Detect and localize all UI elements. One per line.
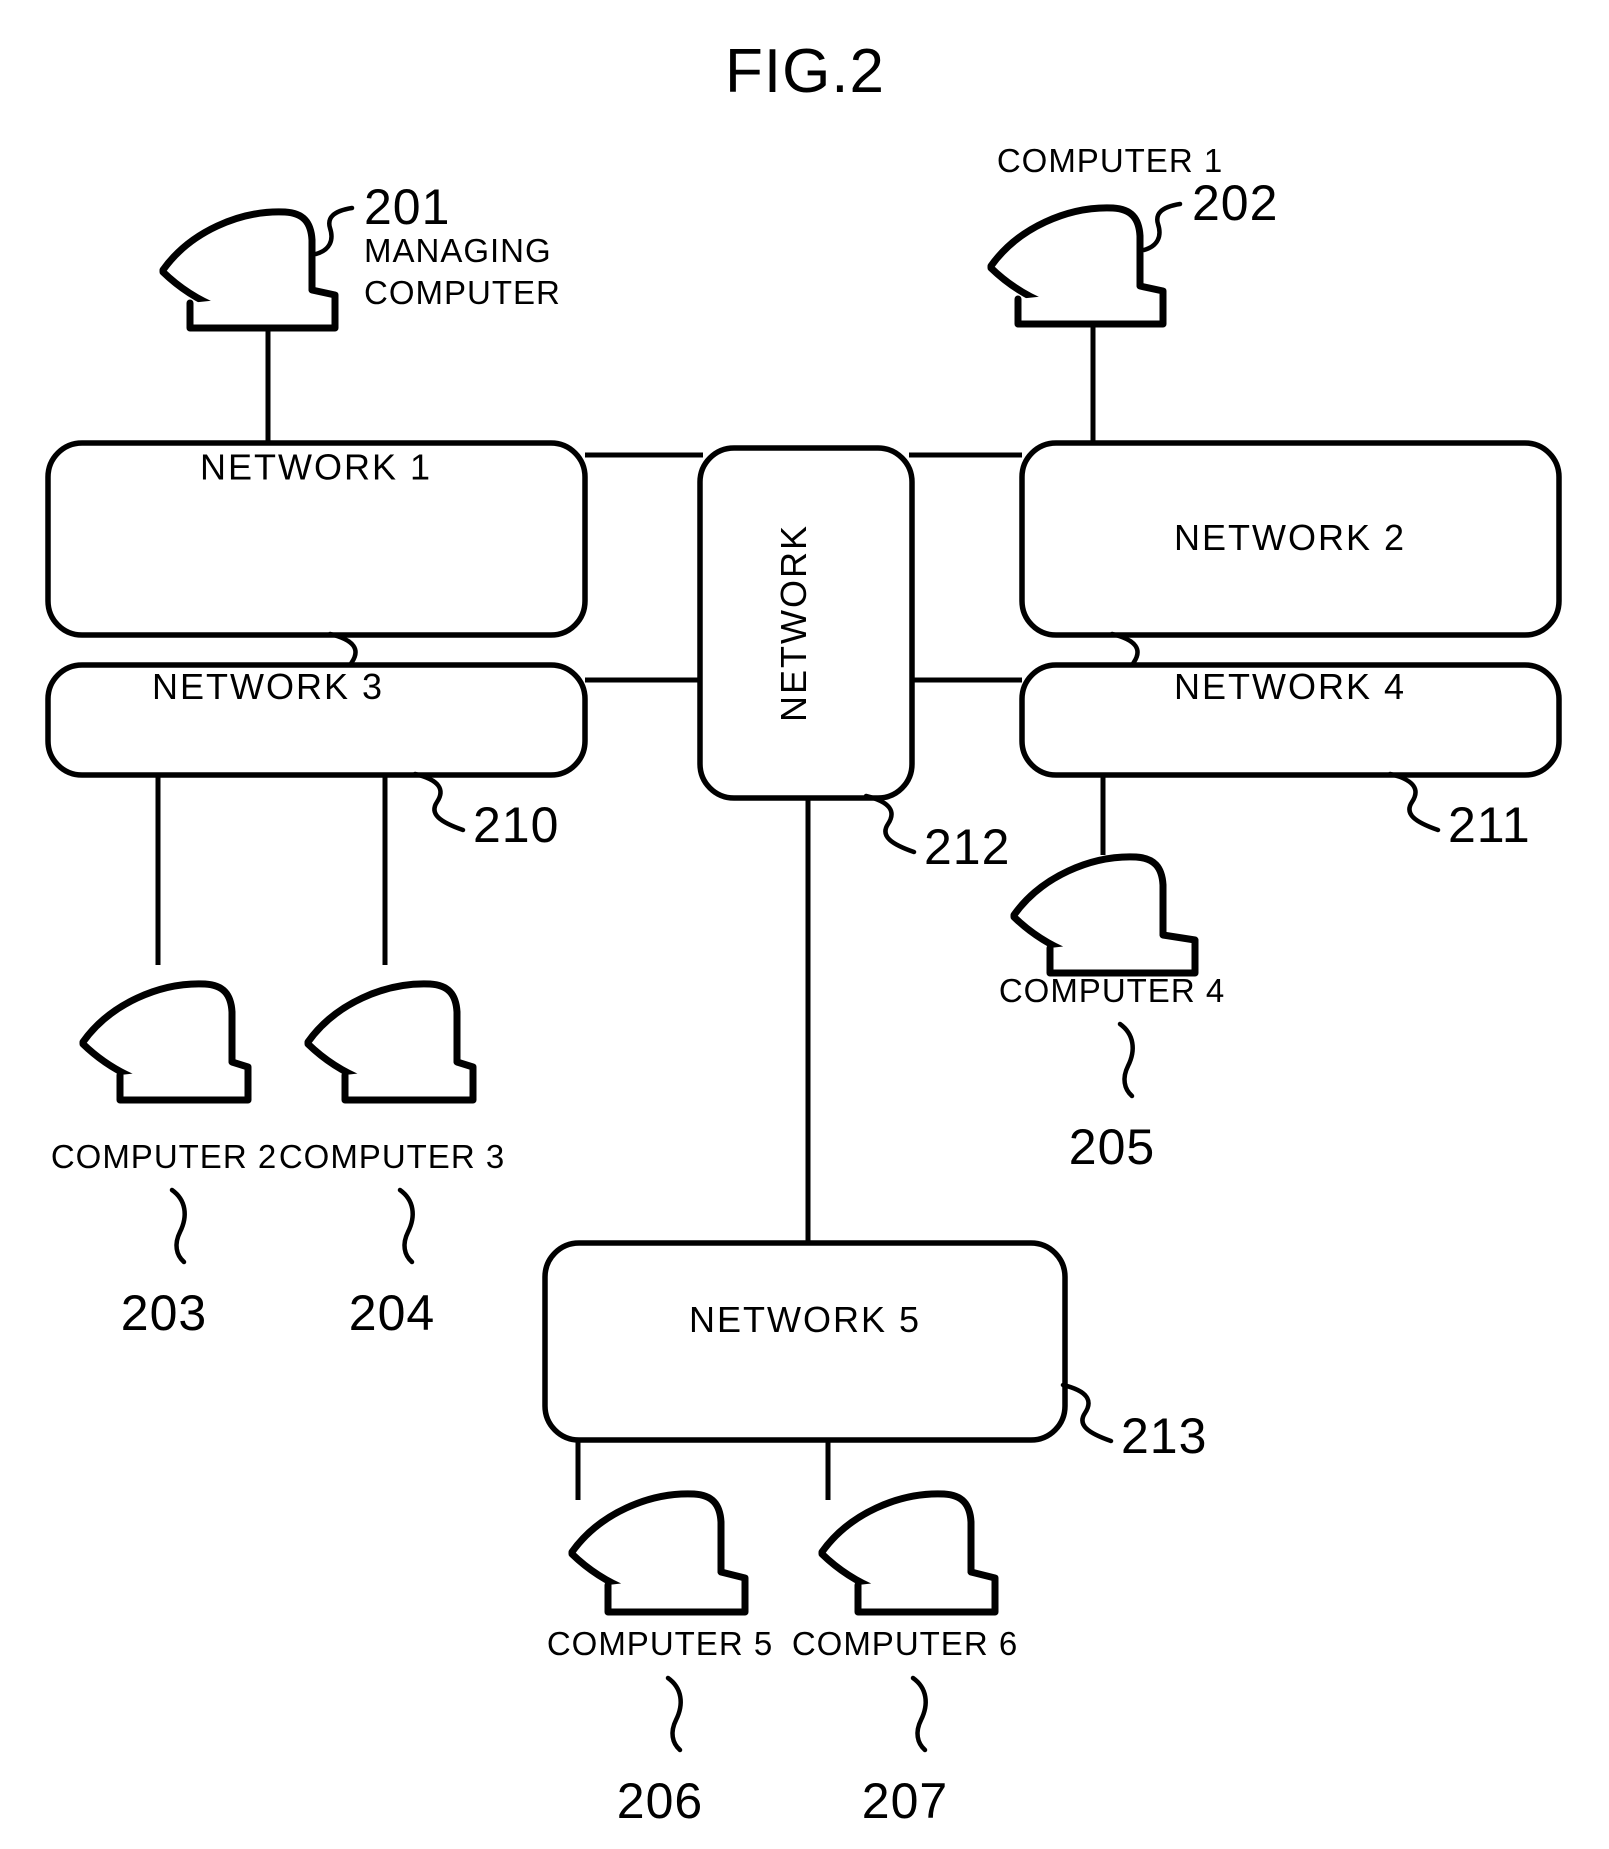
ref-205-number: 205 (1069, 1119, 1155, 1175)
computer-1-node[interactable]: COMPUTER 1 202 (987, 142, 1278, 328)
ref-213-leader (1060, 1382, 1114, 1444)
ref-202-number: 202 (1192, 175, 1278, 231)
network-5-label: NETWORK 5 (689, 1299, 921, 1340)
computer-icon (1010, 853, 1199, 977)
network-5-box[interactable] (542, 1240, 1068, 1443)
network-3-label: NETWORK 3 (152, 666, 384, 707)
managing-computer-label-line1: MANAGING (364, 232, 552, 269)
ref-211-number: 211 (1448, 797, 1531, 853)
computer-4-label: COMPUTER 4 (999, 972, 1225, 1009)
figure-canvas: FIG.2 NETWORK 1 NETWORK 2 NETWORK 3 210 … (45, 37, 1562, 1829)
computer-6-node[interactable]: COMPUTER 6 207 (792, 1490, 1018, 1829)
figure-title: FIG.2 (725, 37, 885, 106)
ref-210-leader (412, 771, 466, 833)
ref-212-leader (863, 793, 917, 855)
computer-icon (987, 204, 1167, 328)
computer-icon (304, 980, 477, 1104)
computer-5-label: COMPUTER 5 (547, 1625, 773, 1662)
ref-213-group: 213 (1060, 1382, 1207, 1464)
computer-4-node[interactable]: COMPUTER 4 205 (999, 853, 1225, 1175)
network-3-node[interactable]: NETWORK 3 (45, 662, 588, 778)
network-4-label: NETWORK 4 (1174, 666, 1406, 707)
network-2-node[interactable]: NETWORK 2 (1019, 440, 1562, 638)
ref-201-leader (313, 205, 355, 257)
computer-6-label: COMPUTER 6 (792, 1625, 1018, 1662)
ref-204-leader (397, 1187, 415, 1265)
ref-210-group: 210 (412, 771, 559, 853)
computer-2-label: COMPUTER 2 (51, 1138, 277, 1175)
ref-210-number: 210 (473, 797, 559, 853)
computer-2-node[interactable]: COMPUTER 2 203 (51, 980, 277, 1341)
network-5-node[interactable]: NETWORK 5 (542, 1240, 1068, 1443)
computer-1-label: COMPUTER 1 (997, 142, 1223, 179)
ref-205-leader (1117, 1021, 1135, 1099)
ref-206-number: 206 (617, 1773, 703, 1829)
ref-201-number: 201 (364, 179, 450, 235)
ref-207-number: 207 (862, 1773, 948, 1829)
ref-202-leader (1141, 201, 1183, 253)
network-central-node[interactable]: NETWORK (697, 445, 915, 801)
ref-212-number: 212 (924, 819, 1010, 875)
ref-211-group: 211 (1387, 771, 1531, 853)
patent-figure-2: FIG.2 NETWORK 1 NETWORK 2 NETWORK 3 210 … (0, 0, 1609, 1849)
network-4-node[interactable]: NETWORK 4 (1019, 662, 1562, 778)
ref-207-leader (910, 1675, 928, 1753)
computer-5-node[interactable]: COMPUTER 5 206 (547, 1490, 773, 1829)
network-1-label: NETWORK 1 (200, 447, 432, 488)
ref-203-leader (169, 1187, 187, 1265)
computer-3-label: COMPUTER 3 (279, 1138, 505, 1175)
computer-icon (159, 208, 339, 332)
ref-212-group: 212 (863, 793, 1010, 875)
ref-204-number: 204 (349, 1285, 435, 1341)
computer-icon (568, 1490, 749, 1616)
computer-icon (818, 1490, 999, 1616)
managing-computer-node[interactable]: 201 MANAGING COMPUTER (159, 179, 561, 332)
ref-203-number: 203 (121, 1285, 207, 1341)
network-2-label: NETWORK 2 (1174, 517, 1406, 558)
network-1-node[interactable]: NETWORK 1 (45, 440, 588, 638)
computer-icon (79, 980, 252, 1104)
managing-computer-label-line2: COMPUTER (364, 274, 561, 311)
ref-213-number: 213 (1121, 1408, 1207, 1464)
ref-211-leader (1387, 771, 1441, 833)
computer-3-node[interactable]: COMPUTER 3 204 (279, 980, 505, 1341)
network-central-label: NETWORK (773, 524, 814, 722)
ref-206-leader (665, 1675, 683, 1753)
